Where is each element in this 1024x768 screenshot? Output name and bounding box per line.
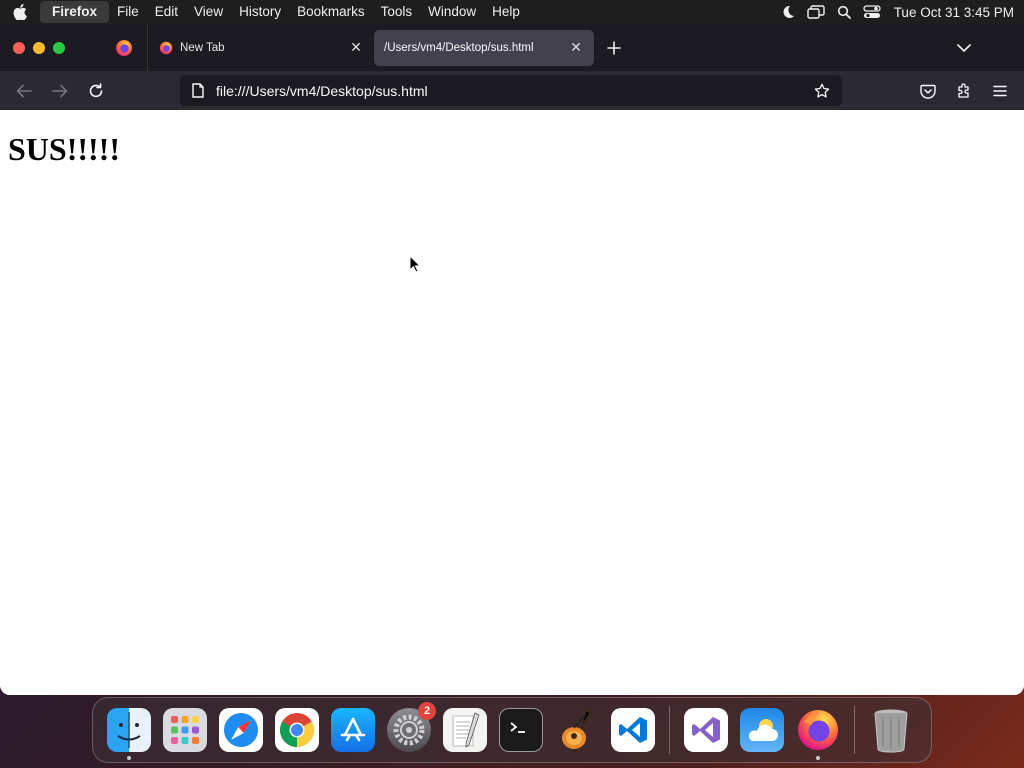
- tab-title: New Tab: [180, 41, 225, 54]
- close-tab-icon[interactable]: ✕: [348, 39, 364, 56]
- menu-bar: Firefox File Edit View History Bookmarks…: [0, 0, 1024, 24]
- dock: 2: [92, 697, 932, 763]
- menu-app-firefox[interactable]: Firefox: [40, 1, 110, 23]
- menu-edit[interactable]: Edit: [147, 1, 186, 23]
- bookmark-star-icon[interactable]: [810, 83, 834, 99]
- tab-title: /Users/vm4/Desktop/sus.html: [384, 41, 534, 54]
- puzzle-icon: [958, 83, 969, 98]
- running-indicator: [816, 756, 820, 760]
- menu-window[interactable]: Window: [420, 1, 484, 23]
- safari-icon[interactable]: [219, 708, 263, 752]
- dock-separator: [669, 706, 670, 754]
- moon-icon[interactable]: [774, 0, 802, 24]
- menu-history[interactable]: History: [231, 1, 289, 23]
- system-settings-icon[interactable]: 2: [387, 702, 436, 752]
- weather-icon[interactable]: [740, 708, 784, 752]
- search-icon[interactable]: [830, 0, 858, 24]
- hamburger-menu-icon: [993, 85, 1007, 97]
- control-center-icon[interactable]: [858, 0, 886, 24]
- reload-icon: [89, 82, 103, 97]
- zoom-window-button[interactable]: [53, 41, 65, 54]
- url-bar[interactable]: file:///Users/vm4/Desktop/sus.html: [180, 75, 842, 106]
- plus-icon: [607, 40, 621, 55]
- apple-menu-icon[interactable]: [0, 0, 40, 24]
- pocket-icon: [920, 84, 936, 99]
- running-indicator: [127, 756, 131, 760]
- screen-mirroring-icon[interactable]: [802, 0, 830, 24]
- notification-badge: 2: [418, 702, 436, 720]
- textedit-icon[interactable]: [443, 708, 487, 752]
- tab-strip: New Tab ✕ /Users/vm4/Desktop/sus.html ✕: [0, 24, 1024, 71]
- garageband-icon[interactable]: [555, 708, 599, 752]
- app-menu-button[interactable]: [982, 75, 1018, 107]
- minimize-window-button[interactable]: [33, 41, 45, 54]
- toolbar-right: [910, 75, 1018, 107]
- navigation-toolbar: file:///Users/vm4/Desktop/sus.html: [0, 71, 1024, 110]
- url-text[interactable]: file:///Users/vm4/Desktop/sus.html: [216, 83, 810, 99]
- close-window-button[interactable]: [13, 41, 25, 54]
- launchpad-icon[interactable]: [163, 708, 207, 752]
- menu-help[interactable]: Help: [484, 1, 528, 23]
- app-store-icon[interactable]: [331, 708, 375, 752]
- menu-bookmarks[interactable]: Bookmarks: [289, 1, 373, 23]
- vscode-icon[interactable]: [611, 708, 655, 752]
- visual-studio-icon[interactable]: [684, 708, 728, 752]
- reload-button[interactable]: [78, 75, 114, 107]
- close-tab-icon[interactable]: ✕: [568, 39, 584, 56]
- finder-icon[interactable]: [107, 708, 151, 760]
- chevron-down-icon: [957, 44, 971, 53]
- menu-file[interactable]: File: [109, 1, 147, 23]
- firefox-icon: [115, 39, 132, 56]
- page-content: SUS!!!!!: [0, 110, 1024, 695]
- pocket-button[interactable]: [910, 75, 946, 107]
- new-tab-button[interactable]: [594, 30, 634, 66]
- trash-icon[interactable]: [869, 708, 913, 753]
- firefox-icon: [158, 40, 174, 56]
- menu-tools[interactable]: Tools: [373, 1, 421, 23]
- browser-window: New Tab ✕ /Users/vm4/Desktop/sus.html ✕: [0, 24, 1024, 695]
- firefox-dock-icon[interactable]: [796, 708, 840, 760]
- page-icon: [188, 83, 208, 98]
- arrow-right-icon: [52, 84, 68, 97]
- terminal-icon[interactable]: [499, 708, 543, 752]
- page-heading: SUS!!!!!: [8, 131, 120, 167]
- menu-clock[interactable]: Tue Oct 31 3:45 PM: [886, 5, 1014, 20]
- chrome-icon[interactable]: [275, 708, 319, 752]
- menu-view[interactable]: View: [186, 1, 231, 23]
- window-controls: [0, 41, 100, 54]
- extensions-button[interactable]: [946, 75, 982, 107]
- mouse-cursor-icon: [409, 255, 421, 273]
- arrow-left-icon: [16, 84, 32, 97]
- list-all-tabs-button[interactable]: [950, 34, 978, 62]
- pinned-tab[interactable]: [100, 24, 148, 71]
- forward-button[interactable]: [42, 75, 78, 107]
- tab-sus-html[interactable]: /Users/vm4/Desktop/sus.html ✕: [374, 29, 594, 66]
- tab-new-tab[interactable]: New Tab ✕: [148, 30, 374, 66]
- back-button[interactable]: [6, 75, 42, 107]
- dock-separator: [854, 706, 855, 754]
